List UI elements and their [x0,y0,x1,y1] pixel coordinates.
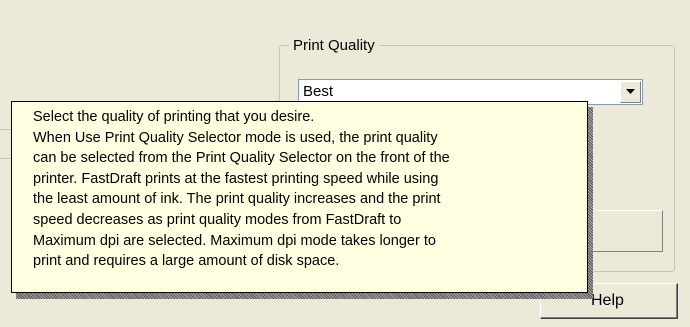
tooltip-line: printer. FastDraft prints at the fastest… [33,170,439,187]
print-quality-label: Print Quality [289,37,379,55]
print-quality-selected-value: Best [303,83,334,100]
tooltip-line: speed decreases as print quality modes f… [33,211,402,228]
tooltip-line: Select the quality of printing that you … [33,109,315,125]
tooltip-line: the least amount of ink. The print quali… [33,191,441,208]
chevron-down-icon [626,89,635,94]
help-tooltip: Select the quality of printing that you … [11,101,588,293]
tooltip-line: can be selected from the Print Quality S… [33,150,450,167]
tooltip-line: print and requires a large amount of dis… [33,253,340,270]
tooltip-line: When Use Print Quality Selector mode is … [33,129,438,146]
tooltip-line: Maximum dpi are selected. Maximum dpi mo… [33,232,436,249]
dropdown-arrow-button[interactable] [620,81,641,103]
